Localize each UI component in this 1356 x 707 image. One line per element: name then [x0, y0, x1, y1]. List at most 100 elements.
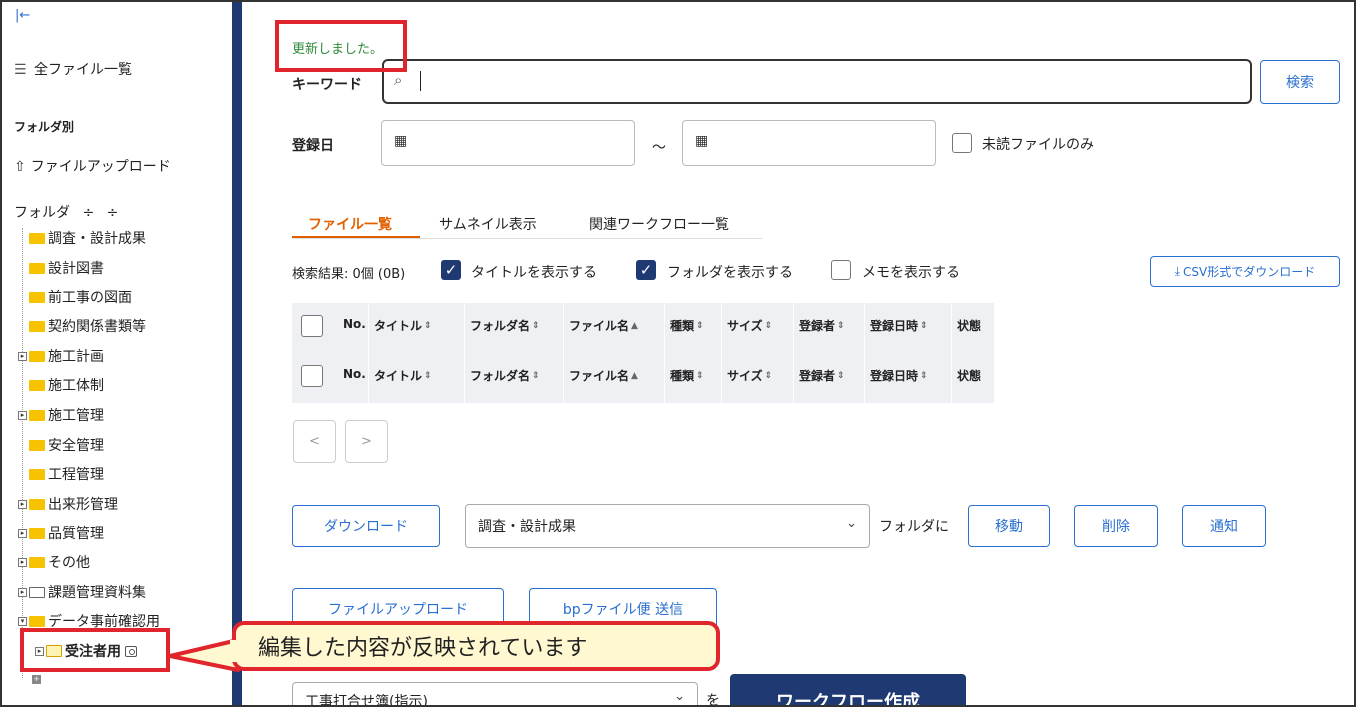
search-icon: ⌕ [394, 71, 403, 89]
tab-thumbnail[interactable]: サムネイル表示 [439, 214, 537, 234]
column-header[interactable]: 登録者 ⇕ [799, 367, 845, 384]
sort-icon[interactable]: ⇕ [765, 371, 773, 381]
folder-select[interactable]: 調査・設計成果 ⌄ [465, 504, 870, 548]
show-folder-checkbox[interactable]: ✓ [636, 260, 656, 280]
move-button[interactable]: 移動 [968, 505, 1050, 547]
sidebar-divider[interactable] [232, 2, 242, 705]
prev-page-button[interactable]: < [293, 420, 336, 463]
date-from-input[interactable]: ▦ [381, 120, 635, 166]
workflow-create-button[interactable]: ワークフロー作成 [730, 674, 966, 705]
tab-file-list[interactable]: ファイル一覧 [308, 214, 392, 234]
sort-asc-icon[interactable]: ▲ [631, 321, 638, 331]
tree-item[interactable]: ▸ その他 [18, 551, 90, 573]
column-separator [721, 353, 722, 403]
sort-icon[interactable]: ⇕ [837, 371, 845, 381]
date-to-input[interactable]: ▦ [682, 120, 936, 166]
expand-node-icon[interactable]: ▸ [18, 557, 27, 567]
column-header-label: サイズ [727, 369, 763, 383]
sort-icon[interactable]: ⇕ [920, 321, 928, 331]
sort-icon[interactable]: ⇕ [696, 321, 704, 331]
tree-item[interactable]: 調査・設計成果 [18, 227, 146, 249]
folder-icon [29, 556, 45, 568]
sort-icon[interactable]: ⇕ [532, 371, 540, 381]
tree-item[interactable]: ▸ 品質管理 [18, 522, 104, 544]
tree-item[interactable]: 契約関係書類等 [18, 315, 146, 337]
delete-button[interactable]: 削除 [1074, 505, 1158, 547]
workflow-select[interactable]: 工事打合せ簿(指示) ⌄ [292, 682, 698, 705]
column-header[interactable]: 登録日時 ⇕ [870, 317, 928, 334]
download-button[interactable]: ダウンロード [292, 505, 440, 547]
sort-icon[interactable]: ⇕ [424, 321, 432, 331]
tree-item[interactable]: 工程管理 [18, 463, 104, 485]
sort-icon[interactable]: ⇕ [920, 371, 928, 381]
column-header[interactable]: 登録日時 ⇕ [870, 367, 928, 384]
sort-icon[interactable]: ⇕ [696, 371, 704, 381]
expand-node-icon[interactable]: ▸ [18, 587, 27, 597]
expand-all-icon[interactable]: ÷ [82, 205, 94, 221]
column-header[interactable]: 種類 ⇕ [670, 317, 704, 334]
column-header-label: サイズ [727, 319, 763, 333]
column-header[interactable]: フォルダ名 ⇕ [470, 317, 540, 334]
select-all-checkbox[interactable] [301, 365, 323, 387]
column-header[interactable]: フォルダ名 ⇕ [470, 367, 540, 384]
tree-item[interactable]: ▸ 施工計画 [18, 345, 104, 367]
sort-icon[interactable]: ⇕ [765, 321, 773, 331]
column-header[interactable]: サイズ ⇕ [727, 367, 772, 384]
tree-item-label: 契約関係書類等 [48, 319, 146, 335]
notify-button[interactable]: 通知 [1182, 505, 1266, 547]
expand-node-icon[interactable]: ▸ [18, 351, 27, 361]
column-header-label: タイトル [374, 319, 423, 333]
next-page-button[interactable]: > [345, 420, 388, 463]
tree-item[interactable]: 前工事の図面 [18, 286, 132, 308]
collapse-node-icon[interactable]: ▾ [18, 616, 27, 626]
expand-node-icon[interactable]: ▸ [18, 410, 27, 420]
tree-item-label: 工程管理 [48, 467, 104, 483]
unread-only-checkbox[interactable] [952, 133, 972, 153]
tree-item[interactable]: ▸ 課題管理資料集 [18, 581, 146, 603]
search-button[interactable]: 検索 [1260, 60, 1340, 104]
sort-icon[interactable]: ⇕ [424, 371, 432, 381]
sort-asc-icon[interactable]: ▲ [631, 371, 638, 381]
column-header[interactable]: タイトル ⇕ [374, 317, 432, 334]
upload-icon: ⇧ [14, 159, 26, 175]
collapse-all-icon[interactable]: ÷ [107, 205, 119, 221]
column-header[interactable]: ファイル名 ▲ [569, 367, 638, 384]
column-header[interactable]: ファイル名 ▲ [569, 317, 638, 334]
keyword-input[interactable]: ⌕ [382, 59, 1252, 104]
chevron-down-icon: ⌄ [846, 516, 857, 531]
column-separator [464, 353, 465, 403]
column-header[interactable]: 種類 ⇕ [670, 367, 704, 384]
csv-download-button[interactable]: ⤓ CSV形式でダウンロード [1150, 256, 1340, 287]
all-files-link[interactable]: ☰ 全ファイル一覧 [14, 59, 132, 79]
show-memo-checkbox[interactable] [831, 260, 851, 280]
column-header[interactable]: タイトル ⇕ [374, 367, 432, 384]
file-upload-link[interactable]: ⇧ ファイルアップロード [14, 156, 171, 176]
tree-item[interactable]: 設計図書 [18, 257, 104, 279]
sort-icon[interactable]: ⇕ [532, 321, 540, 331]
tree-item[interactable]: ▸ 出来形管理 [18, 493, 118, 515]
show-title-checkbox[interactable]: ✓ [441, 260, 461, 280]
expand-node-icon[interactable]: ▸ [18, 528, 27, 538]
tree-item-label: 前工事の図面 [48, 290, 132, 306]
expand-node-icon[interactable]: ▸ [18, 499, 27, 509]
calendar-icon: ▦ [695, 133, 709, 149]
column-header[interactable]: サイズ ⇕ [727, 317, 772, 334]
column-header[interactable]: 登録者 ⇕ [799, 317, 845, 334]
collapse-sidebar-icon[interactable]: |← [15, 8, 30, 23]
select-all-checkbox[interactable] [301, 315, 323, 337]
tree-item[interactable]: 安全管理 [18, 434, 104, 456]
column-separator [664, 353, 665, 403]
folder-icon [29, 291, 45, 303]
column-header-label: No. [343, 317, 366, 331]
list-icon: ☰ [14, 62, 27, 78]
tab-related-workflow[interactable]: 関連ワークフロー一覧 [589, 214, 729, 234]
tree-item-label: 課題管理資料集 [48, 585, 146, 601]
folder-icon [29, 615, 45, 627]
tree-item-label: 施工管理 [48, 408, 104, 424]
sort-icon[interactable]: ⇕ [837, 321, 845, 331]
column-separator [793, 353, 794, 403]
by-folder-heading: フォルダ別 [14, 120, 75, 134]
tree-item[interactable]: ▸ 施工管理 [18, 404, 104, 426]
tree-item[interactable]: 施工体制 [18, 374, 104, 396]
column-separator [464, 303, 465, 353]
